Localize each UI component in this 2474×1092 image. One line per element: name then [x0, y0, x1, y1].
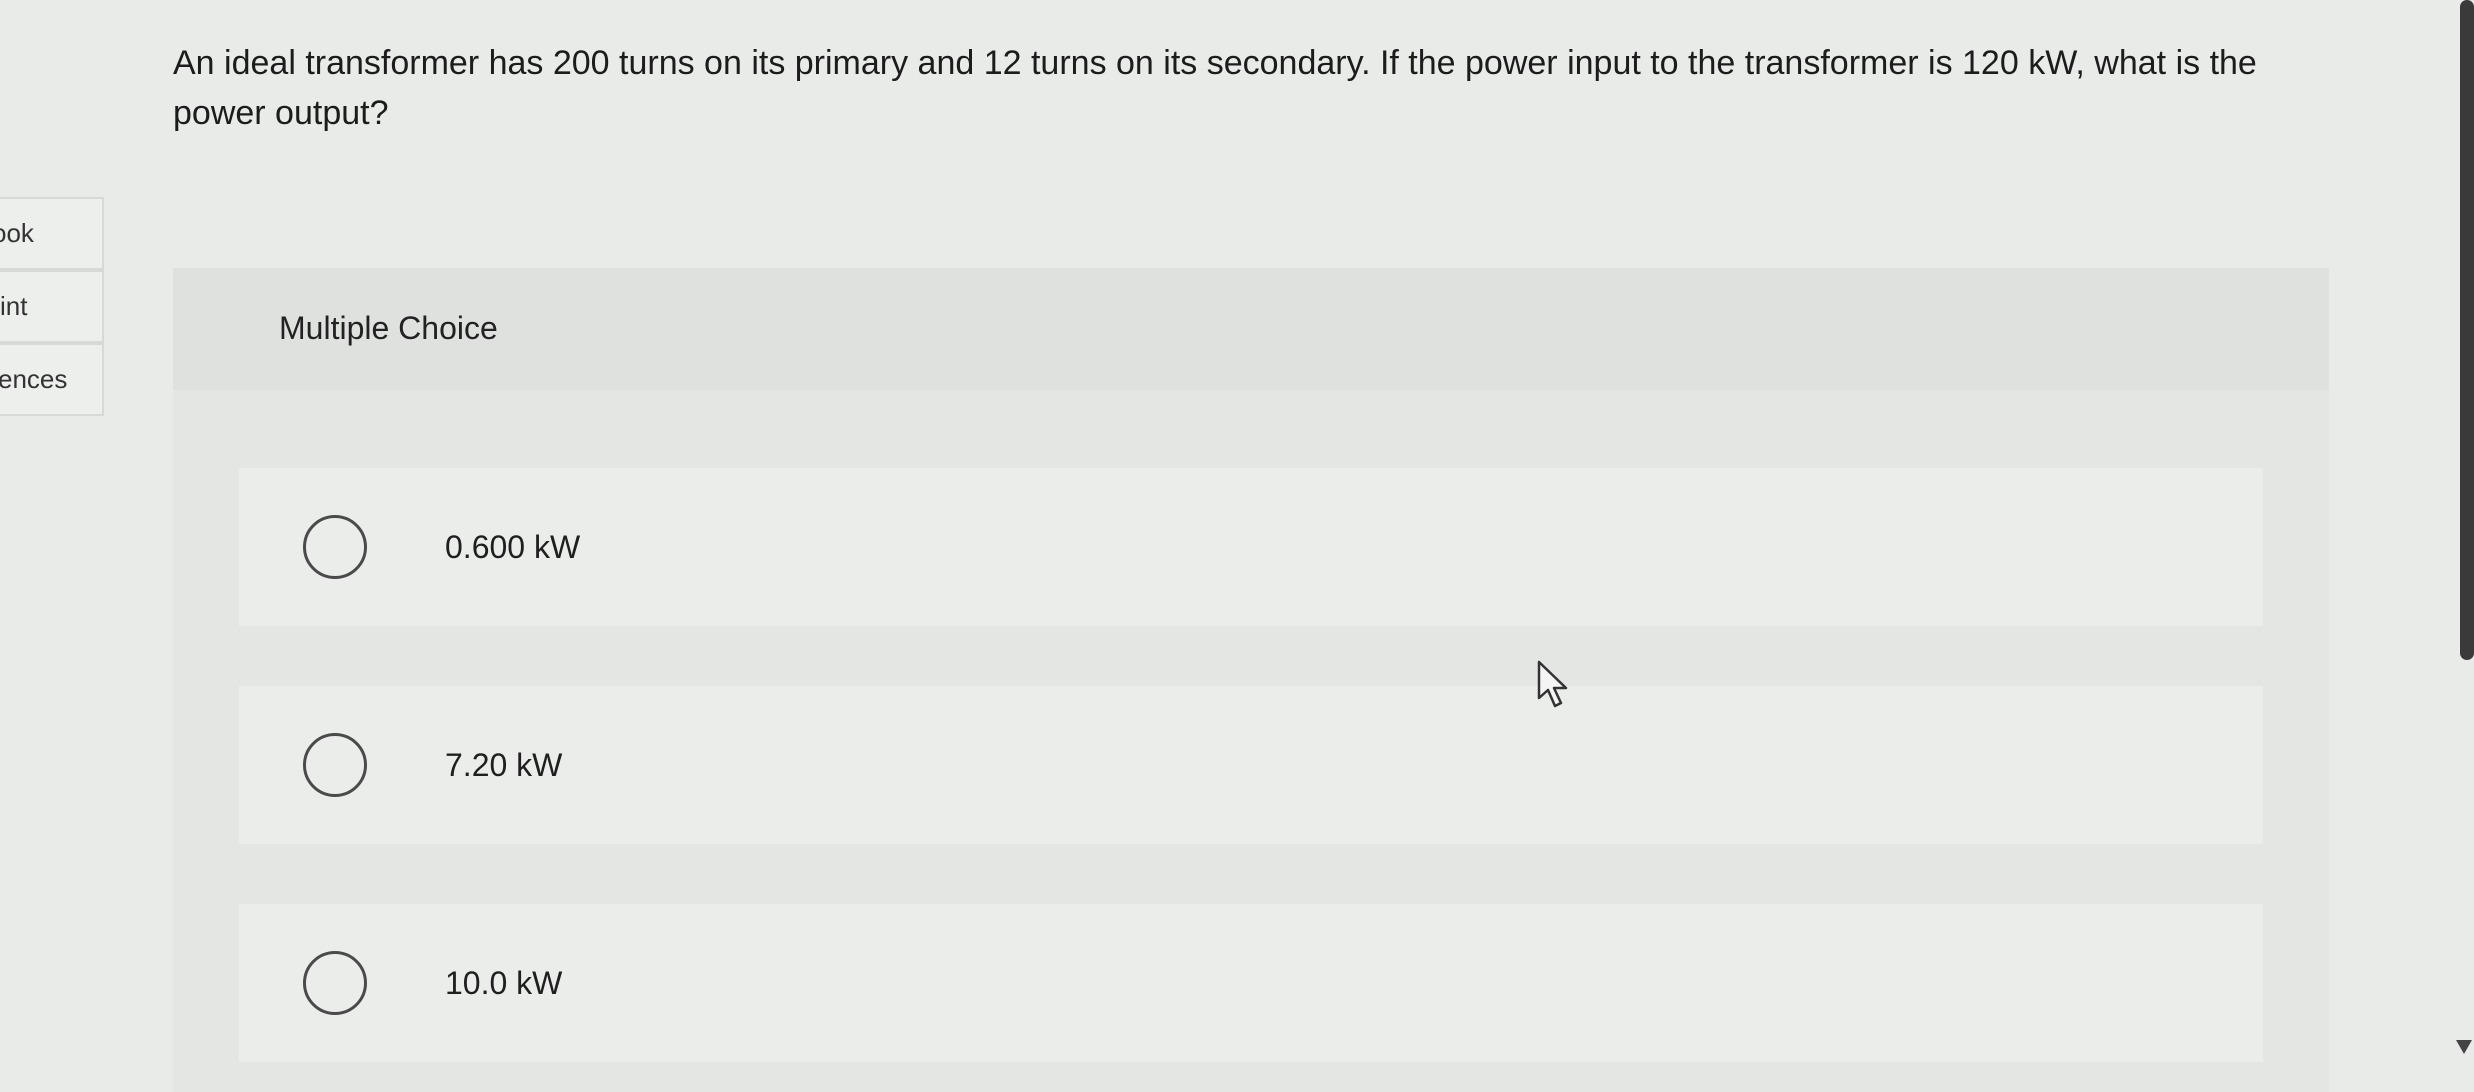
choice-label: 7.20 kW	[445, 746, 563, 783]
sidebar-tab-label: int	[0, 291, 28, 321]
choice-option-2[interactable]: 7.20 kW	[239, 686, 2263, 844]
sidebar-tab-print[interactable]: int	[0, 270, 104, 343]
choice-option-3[interactable]: 10.0 kW	[239, 904, 2263, 1062]
scrollbar[interactable]	[2456, 0, 2474, 1092]
scrollbar-thumb[interactable]	[2460, 0, 2474, 660]
arrow-cursor-icon	[1537, 660, 1568, 708]
choice-label: 0.600 kW	[445, 528, 581, 565]
multiple-choice-header: Multiple Choice	[173, 268, 2329, 390]
radio-unchecked-icon[interactable]	[303, 951, 367, 1015]
multiple-choice-panel: Multiple Choice 0.600 kW 7.20 kW 10.0 kW	[173, 268, 2329, 1092]
multiple-choice-label: Multiple Choice	[279, 310, 498, 346]
question-text: An ideal transformer has 200 turns on it…	[173, 44, 2257, 132]
side-tabs: ook int ences	[0, 197, 104, 416]
scroll-down-arrow-icon[interactable]	[2456, 1040, 2472, 1054]
choice-option-1[interactable]: 0.600 kW	[239, 468, 2263, 626]
radio-unchecked-icon[interactable]	[303, 733, 367, 797]
sidebar-tab-label: ences	[0, 364, 68, 394]
choice-label: 10.0 kW	[445, 964, 563, 1001]
sidebar-tab-label: ook	[0, 218, 34, 248]
sidebar-tab-ebook[interactable]: ook	[0, 197, 104, 270]
radio-unchecked-icon[interactable]	[303, 515, 367, 579]
sidebar-tab-references[interactable]: ences	[0, 343, 104, 416]
